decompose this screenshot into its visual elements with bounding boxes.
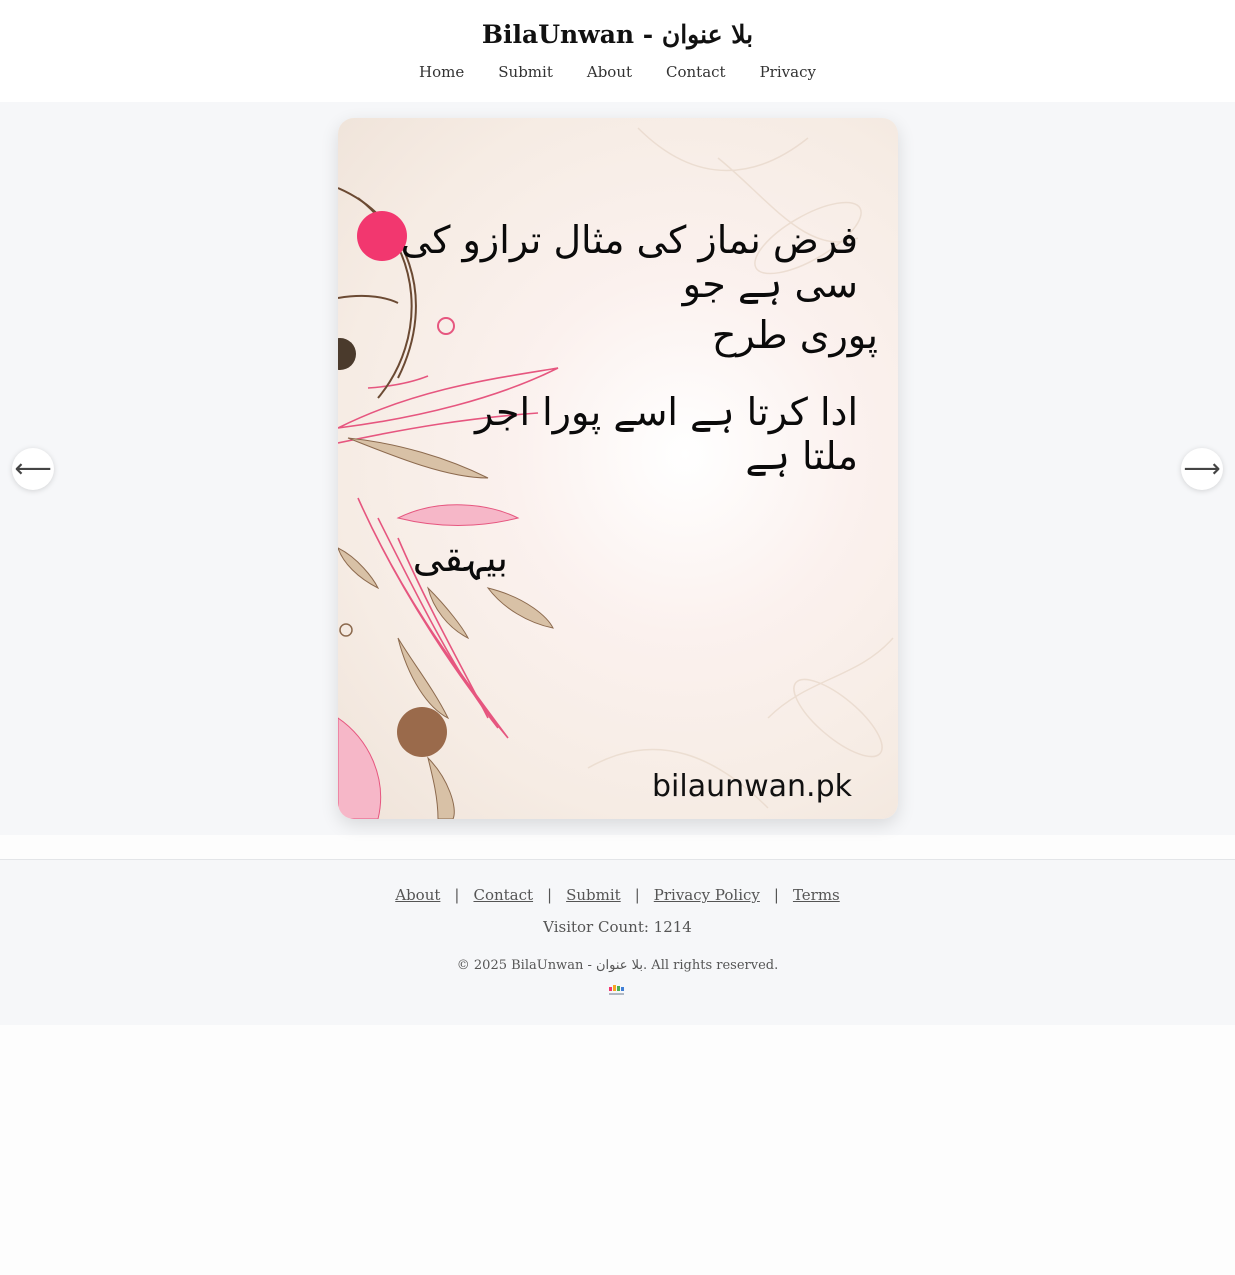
prev-slide-button[interactable]: ⟵ [12, 448, 54, 490]
quote-line-1: فرض نماز کی مثال ترازو کی سی ہے جو [400, 218, 858, 306]
image-watermark: bilaunwan.pk [652, 769, 853, 804]
footer-link-contact[interactable]: Contact [473, 886, 533, 904]
nav-contact[interactable]: Contact [666, 63, 726, 81]
footer-links: About | Contact | Submit | Privacy Polic… [0, 886, 1235, 904]
bilaunwan-logo-icon[interactable] [607, 984, 626, 998]
arrow-right-icon: ⟶ [1183, 454, 1221, 484]
nav-home[interactable]: Home [419, 63, 464, 81]
quote-source: بیہقی [412, 536, 508, 580]
next-slide-button[interactable]: ⟶ [1181, 448, 1223, 490]
site-footer: About | Contact | Submit | Privacy Polic… [0, 859, 1235, 1025]
footer-separator: | [634, 886, 640, 904]
footer-separator: | [547, 886, 553, 904]
site-title[interactable]: BilaUnwan - بلا عنوان [0, 20, 1235, 49]
nav-about[interactable]: About [587, 63, 632, 81]
footer-link-submit[interactable]: Submit [566, 886, 621, 904]
footer-separator: | [454, 886, 460, 904]
quote-image-card[interactable]: فرض نماز کی مثال ترازو کی سی ہے جو پوری … [338, 118, 898, 819]
visitor-count: Visitor Count: 1214 [543, 918, 692, 936]
slider-stage: ⟵ فرض نماز کی مثال ترازو کی سی ہے جو پور… [0, 102, 1235, 835]
footer-link-privacy-policy[interactable]: Privacy Policy [654, 886, 760, 904]
nav-submit[interactable]: Submit [498, 63, 553, 81]
site-header: BilaUnwan - بلا عنوان Home Submit About … [0, 0, 1235, 102]
footer-link-about[interactable]: About [395, 886, 440, 904]
copyright-text: © 2025 BilaUnwan - بلا عنوان. All rights… [456, 958, 779, 973]
nav-privacy[interactable]: Privacy [760, 63, 816, 81]
footer-separator: | [773, 886, 779, 904]
main-nav: Home Submit About Contact Privacy [0, 63, 1235, 81]
footer-link-terms[interactable]: Terms [793, 886, 840, 904]
quote-line-3: ادا کرتا ہے اسے پورا اجر ملتا ہے [475, 390, 858, 478]
quote-line-2: پوری طرح [711, 313, 878, 357]
arrow-left-icon: ⟵ [14, 454, 52, 484]
